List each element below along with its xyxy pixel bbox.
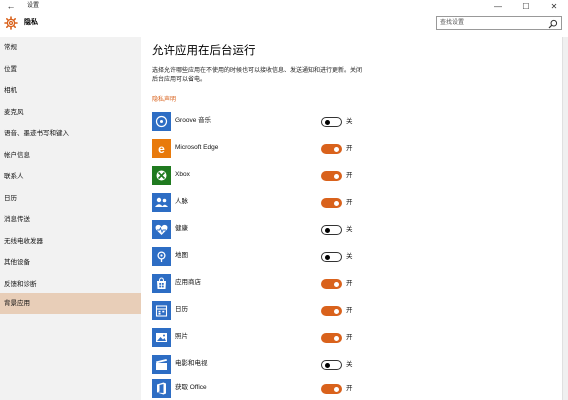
background-toggle-calendar[interactable] — [321, 306, 342, 316]
background-toggle-health[interactable] — [321, 225, 342, 235]
toggle-knob — [334, 308, 339, 314]
calendar-icon — [152, 301, 171, 320]
app-row-microsoft-edge: e Microsoft Edge 开 — [152, 139, 552, 166]
toggle-state-label: 开 — [346, 199, 353, 206]
xbox-icon — [152, 166, 171, 185]
app-name: Groove 音乐 — [175, 117, 212, 124]
sidebar: 常规 位置 相机 麦克风 语音、墨迹书写和键入 帐户信息 联系人 日历 消息传送… — [0, 37, 141, 400]
background-toggle-groove-music[interactable] — [321, 117, 342, 127]
sidebar-item-location[interactable]: 位置 — [0, 59, 141, 80]
vertical-scrollbar[interactable] — [562, 37, 568, 400]
app-name: 应用商店 — [175, 279, 201, 286]
toggle-knob — [324, 119, 330, 125]
app-row-movies-tv: 电影和电视 关 — [152, 355, 552, 382]
app-name: 人脉 — [175, 198, 188, 205]
app-row-store: 应用商店 开 — [152, 274, 552, 301]
toggle-knob — [334, 146, 339, 152]
toggle-state-label: 开 — [346, 334, 353, 341]
section-description: 选择允许哪些应用在不使用的时候也可以接收信息、发送通知和进行更新。关闭后台应用可… — [152, 68, 363, 83]
sidebar-item-account-info[interactable]: 帐户信息 — [0, 145, 141, 166]
app-name: Microsoft Edge — [175, 144, 219, 151]
app-name: 健康 — [175, 225, 188, 232]
background-toggle-people[interactable] — [321, 198, 342, 208]
sidebar-item-speech-inking-typing[interactable]: 语音、墨迹书写和键入 — [0, 123, 141, 144]
minimize-button[interactable]: — — [484, 0, 512, 13]
sidebar-item-background-apps[interactable]: 背景应用 — [0, 293, 141, 314]
back-button[interactable]: ← — [4, 0, 18, 13]
sidebar-item-microphone[interactable]: 麦克风 — [0, 102, 141, 123]
toggle-knob — [324, 254, 330, 260]
toggle-state-label: 开 — [346, 145, 353, 152]
toggle-state-label: 关 — [346, 361, 353, 368]
section-title: 允许应用在后台运行 — [152, 45, 256, 57]
background-toggle-photos[interactable] — [321, 333, 342, 343]
title-bar: ← 设置 — ☐ ✕ — [0, 0, 568, 13]
page-title: 隐私 — [24, 19, 38, 26]
toggle-state-label: 开 — [346, 172, 353, 179]
people-icon — [152, 193, 171, 212]
toggle-knob — [324, 227, 330, 233]
main-content: 允许应用在后台运行 选择允许哪些应用在不使用的时候也可以接收信息、发送通知和进行… — [141, 37, 562, 400]
toggle-knob — [334, 335, 339, 341]
app-row-people: 人脉 开 — [152, 193, 552, 220]
app-row-get-office: 获取 Office 开 — [152, 379, 552, 400]
app-name: 日历 — [175, 306, 188, 313]
groove-music-icon — [152, 112, 171, 131]
background-toggle-maps[interactable] — [321, 252, 342, 262]
svg-text:e: e — [158, 142, 165, 156]
app-row-photos: 照片 开 — [152, 328, 552, 355]
toggle-state-label: 开 — [346, 385, 353, 392]
sidebar-item-radios[interactable]: 无线电收发器 — [0, 231, 141, 252]
background-toggle-xbox[interactable] — [321, 171, 342, 181]
toggle-knob — [334, 281, 339, 287]
close-button[interactable]: ✕ — [540, 0, 568, 13]
office-icon — [152, 379, 171, 398]
movies-tv-icon — [152, 355, 171, 374]
background-toggle-movies-tv[interactable] — [321, 360, 342, 370]
app-name: Xbox — [175, 171, 190, 178]
maps-icon — [152, 247, 171, 266]
background-toggle-microsoft-edge[interactable] — [321, 144, 342, 154]
app-name: 照片 — [175, 333, 188, 340]
maximize-button[interactable]: ☐ — [512, 0, 540, 13]
app-name: 获取 Office — [175, 384, 207, 391]
app-row-health: 健康 关 — [152, 220, 552, 247]
toggle-state-label: 关 — [346, 253, 353, 260]
toggle-state-label: 开 — [346, 280, 353, 287]
search-icon[interactable] — [548, 19, 558, 29]
sidebar-item-messaging[interactable]: 消息传送 — [0, 209, 141, 230]
sidebar-item-feedback-diagnostics[interactable]: 反馈和诊断 — [0, 274, 141, 295]
health-icon — [152, 220, 171, 239]
sidebar-item-general[interactable]: 常规 — [0, 37, 141, 58]
toggle-knob — [334, 173, 339, 179]
app-row-xbox: Xbox 开 — [152, 166, 552, 193]
app-name: 地图 — [175, 252, 188, 259]
sidebar-item-camera[interactable]: 相机 — [0, 80, 141, 101]
toggle-knob — [324, 362, 330, 368]
sidebar-item-other-devices[interactable]: 其他设备 — [0, 252, 141, 273]
app-name: 电影和电视 — [175, 360, 208, 367]
toggle-state-label: 关 — [346, 118, 353, 125]
sidebar-item-calendar[interactable]: 日历 — [0, 188, 141, 209]
window-title: 设置 — [27, 3, 40, 9]
background-toggle-get-office[interactable] — [321, 384, 342, 394]
toggle-state-label: 关 — [346, 226, 353, 233]
privacy-statement-link[interactable]: 隐私声明 — [152, 96, 176, 104]
sidebar-item-contacts[interactable]: 联系人 — [0, 166, 141, 187]
photos-icon — [152, 328, 171, 347]
store-icon — [152, 274, 171, 293]
app-row-groove-music: Groove 音乐 关 — [152, 112, 552, 139]
background-toggle-store[interactable] — [321, 279, 342, 289]
toggle-knob — [334, 386, 339, 392]
toggle-knob — [334, 200, 339, 206]
gear-icon — [4, 16, 18, 30]
app-row-calendar: 日历 开 — [152, 301, 552, 328]
edge-icon: e — [152, 139, 171, 158]
search-input[interactable] — [440, 18, 544, 28]
app-row-maps: 地图 关 — [152, 247, 552, 274]
toggle-state-label: 开 — [346, 307, 353, 314]
search-box[interactable] — [436, 16, 562, 30]
